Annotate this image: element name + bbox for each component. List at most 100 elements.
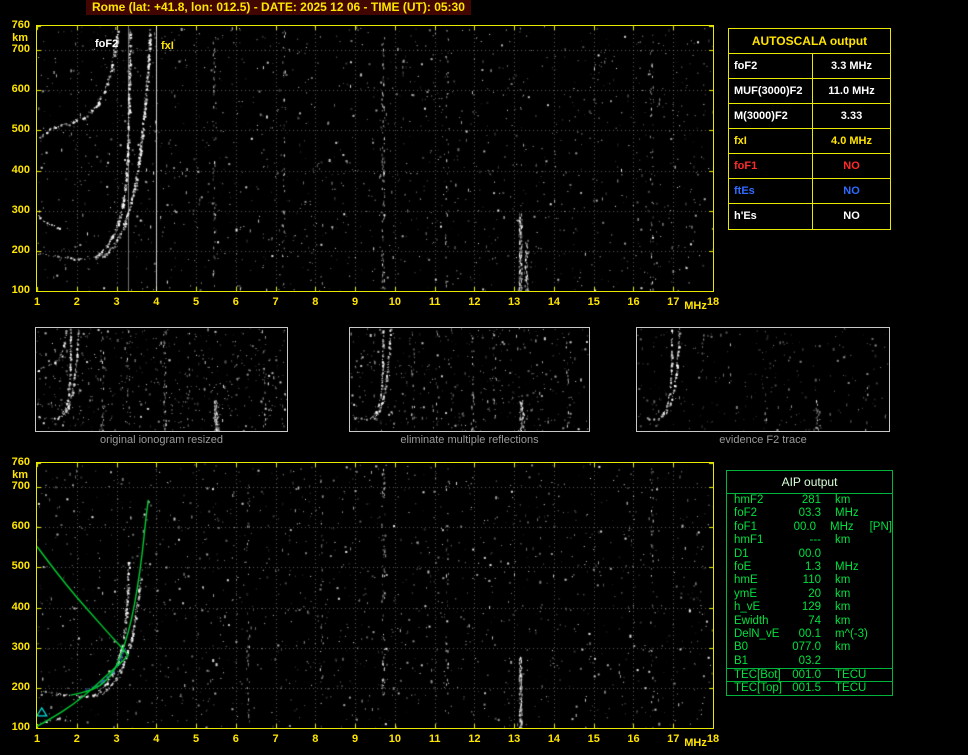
aip-param-unit: TECU — [835, 669, 867, 682]
aip-tec-row: TEC[Top] 001.5 TECU — [727, 681, 892, 694]
aip-param-unit: km — [835, 614, 851, 627]
autoscala-param-value: 4.0 MHz — [831, 135, 872, 147]
autoscala-row: foF1 NO — [729, 154, 890, 179]
x-axis-tick-label: 14 — [547, 296, 561, 308]
aip-param-unit — [821, 655, 877, 668]
aip-row: hmF2 281 km — [727, 494, 892, 507]
aip-param-extra — [877, 574, 892, 587]
x-axis-tick-label: 14 — [547, 733, 561, 745]
aip-output-table: AIP output hmF2 281 km foF2 03.3 MHz foF1 00.0 M… — [726, 470, 893, 696]
aip-param-name: hmF1 — [734, 534, 764, 547]
autoscala-param-value: 11.0 MHz — [828, 85, 875, 97]
autoscala-param-value: NO — [843, 185, 860, 197]
aip-tec-row: TEC[Bot] 001.0 TECU — [727, 668, 892, 681]
aip-param-extra — [877, 655, 892, 668]
y-axis-tick-label: 300 — [11, 203, 30, 216]
y-axis-unit-label: km — [12, 469, 28, 481]
aip-param-value: 1.3 — [805, 560, 821, 573]
autoscala-param-label: foF2 — [729, 54, 813, 78]
y-axis-tick-label: 600 — [11, 83, 30, 96]
aip-param-name: TEC[Bot] — [734, 669, 781, 682]
y-axis-tick-label: 700 — [11, 480, 30, 493]
x-axis-tick-label: 1 — [33, 733, 41, 745]
aip-row: foF1 00.0 MHz [PN] — [727, 521, 892, 534]
x-axis-tick-label: 15 — [587, 733, 600, 745]
x-axis-tick-label: 13 — [508, 296, 521, 308]
ionogram-plot-scaled: foF2 fxI — [36, 25, 714, 292]
aip-row: foF2 03.3 MHz — [727, 507, 892, 520]
aip-param-value: 74 — [808, 614, 821, 627]
aip-param-unit: km — [835, 494, 851, 506]
aip-param-unit: km — [835, 534, 851, 547]
aip-param-value: 03.2 — [798, 654, 821, 667]
autoscala-row: h'Es NO — [729, 204, 890, 229]
autoscala-param-label: foF1 — [729, 154, 813, 178]
thumbnail-f2-canvas — [637, 328, 889, 431]
y-axis-tick-label: 760 — [11, 456, 30, 468]
y-axis-tick-label: 400 — [11, 163, 30, 176]
aip-param-extra: [PN] — [869, 520, 892, 533]
aip-param-unit: MHz — [835, 507, 859, 520]
autoscala-output-screen: Rome (lat: +41.8, lon: 012.5) - DATE: 20… — [0, 0, 968, 755]
autoscala-param-label: ftEs — [729, 179, 813, 203]
aip-param-unit: TECU — [835, 682, 867, 695]
autoscala-param-label: h'Es — [729, 204, 813, 229]
aip-param-name: hmE — [734, 574, 758, 587]
aip-param-name: DelN_vE — [734, 627, 780, 640]
thumbnail-multiples-canvas — [350, 328, 589, 431]
aip-param-unit: m^(-3) — [835, 627, 868, 640]
autoscala-row: M(3000)F2 3.33 — [729, 104, 890, 129]
x-axis-tick-label: 3 — [113, 733, 120, 745]
aip-param-unit: MHz — [830, 520, 854, 533]
aip-param-name: B1 — [734, 654, 749, 667]
y-axis-tick-label: 500 — [11, 560, 30, 573]
aip-param-value: 00.0 — [793, 520, 817, 533]
aip-param-unit: MHz — [835, 560, 859, 573]
aip-row: hmF1 --- km — [727, 534, 892, 547]
autoscala-table-body: foF2 3.3 MHz MUF(3000)F2 11.0 MHz M(3000)F2 3… — [729, 54, 890, 229]
x-axis-tick-label: 5 — [192, 296, 200, 308]
aip-param-value: 001.0 — [792, 669, 821, 682]
aip-row: hmE 110 km — [727, 574, 892, 587]
y-axis-tick-label: 400 — [11, 600, 30, 613]
autoscala-row: MUF(3000)F2 11.0 MHz — [729, 79, 890, 104]
x-axis-tick-label: 11 — [428, 733, 441, 745]
x-axis-unit-label: MHz — [684, 737, 707, 749]
aip-row: ymE 20 km — [727, 588, 892, 601]
aip-param-name: Ewidth — [734, 614, 769, 627]
autoscala-output-table: AUTOSCALA output foF2 3.3 MHz MUF(3000)F2 1… — [728, 28, 891, 230]
aip-row: DelN_vE 00.1 m^(-3) — [727, 628, 892, 641]
x-axis-tick-label: 12 — [468, 296, 481, 308]
aip-param-value: 20 — [808, 587, 821, 600]
x-axis-tick-label: 13 — [508, 733, 521, 745]
x-axis-tick-label: 16 — [627, 296, 640, 308]
y-axis-tick-label: 300 — [11, 640, 30, 653]
autoscala-table-title: AUTOSCALA output — [729, 29, 890, 54]
autoscala-row: foF2 3.3 MHz — [729, 54, 890, 79]
x-axis-unit-label: MHz — [684, 300, 707, 312]
x-axis-tick-label: 6 — [232, 733, 239, 745]
y-axis-tick-label: 700 — [11, 43, 30, 56]
aip-param-name: TEC[Top] — [734, 682, 782, 695]
autoscala-param-label: MUF(3000)F2 — [729, 79, 813, 103]
fxI-marker-label: fxI — [161, 40, 174, 52]
aip-param-value: --- — [809, 534, 822, 547]
aip-param-value: 00.1 — [798, 627, 821, 640]
x-axis-tick-label: 8 — [312, 296, 319, 308]
y-axis-tick-label: 600 — [11, 520, 30, 533]
x-axis-tick-label: 3 — [113, 296, 120, 308]
x-axis-tick-label: 15 — [587, 296, 600, 308]
thumbnail-f2-trace — [636, 327, 890, 432]
aip-param-extra — [877, 534, 892, 547]
aip-param-extra — [877, 588, 892, 601]
aip-param-unit: km — [835, 587, 851, 600]
x-axis-tick-label: 11 — [428, 296, 441, 308]
x-axis-tick-label: 2 — [73, 296, 80, 308]
aip-param-extra — [877, 615, 892, 628]
thumbnail-original-ionogram — [35, 327, 288, 432]
aip-param-unit — [821, 548, 877, 561]
aip-param-name: foF1 — [734, 520, 758, 533]
x-axis-tick-label: 16 — [627, 733, 640, 745]
aip-param-value: 110 — [802, 574, 821, 587]
autoscala-row: fxI 4.0 MHz — [729, 129, 890, 154]
